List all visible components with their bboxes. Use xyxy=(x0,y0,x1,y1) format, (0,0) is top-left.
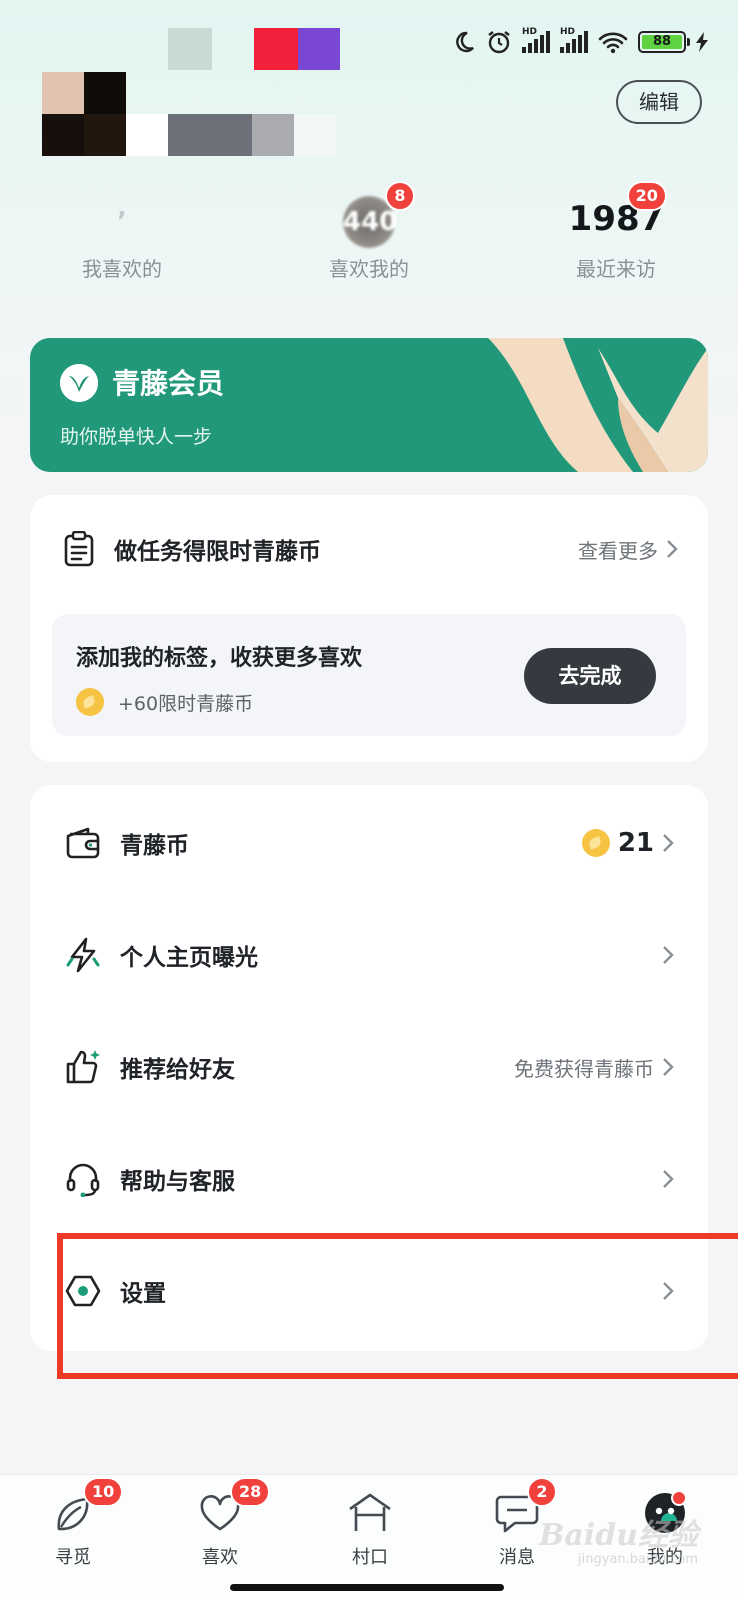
signal-icon: HD xyxy=(560,27,588,53)
vip-subtitle: 助你脱单快人一步 xyxy=(60,426,213,448)
menu-item-right xyxy=(662,945,674,965)
home-indicator[interactable] xyxy=(230,1584,504,1591)
stat-value: ʼ xyxy=(117,207,127,237)
vip-title: 青藤会员 xyxy=(112,367,225,400)
menu-item-label: 帮助与客服 xyxy=(120,1169,235,1195)
stat-label: 我喜欢的 xyxy=(82,257,162,281)
stat-value: 440 8 xyxy=(343,181,415,248)
nav-label: 喜欢 xyxy=(202,1547,238,1568)
menu-item-right: 21 xyxy=(581,828,674,858)
headset-icon xyxy=(64,1160,102,1198)
task-item: 添加我的标签，收获更多喜欢 +60限时青藤币 去完成 xyxy=(52,614,686,736)
battery-icon: 88 xyxy=(638,31,690,53)
task-title: 做任务得限时青藤币 xyxy=(114,539,321,565)
task-item-reward: +60限时青藤币 xyxy=(76,688,253,716)
menu-item-profile-exposure[interactable]: 个人主页曝光 xyxy=(64,923,674,987)
chevron-right-icon xyxy=(667,540,678,558)
nav-tab-discover[interactable]: 10 寻觅 xyxy=(23,1477,124,1569)
chevron-right-icon xyxy=(663,1170,674,1188)
vip-membership-banner[interactable]: 青藤会员 助你脱单快人一步 xyxy=(30,338,708,472)
menu-item-recommend-friends[interactable]: 推荐给好友 免费获得青藤币 xyxy=(64,1035,674,1099)
task-card: 做任务得限时青藤币 查看更多 添加我的标签，收获更多喜欢 +60限时青藤币 去完… xyxy=(30,495,708,762)
signal-icon: HD xyxy=(522,27,550,53)
vip-decoration-shape xyxy=(488,338,708,472)
censored-pixels xyxy=(168,28,212,70)
status-bar: HD HD 88 xyxy=(0,24,738,70)
stat-value: 1987 20 xyxy=(569,181,667,243)
watermark-logo: Baidu经验 xyxy=(539,1518,698,1553)
nav-tab-likes[interactable]: 28 喜欢 xyxy=(170,1477,271,1569)
moon-icon xyxy=(456,31,474,53)
stat-label: 最近来访 xyxy=(576,257,656,281)
view-more-label: 查看更多 xyxy=(578,538,658,563)
status-icons: HD HD 88 xyxy=(452,27,708,56)
vip-logo-icon xyxy=(60,364,98,402)
leaf-icon: 10 xyxy=(49,1477,124,1537)
clipboard-icon xyxy=(64,531,94,567)
coin-icon xyxy=(76,688,104,716)
nav-badge: 2 xyxy=(527,1477,557,1507)
nav-badge: 10 xyxy=(83,1477,124,1507)
house-icon xyxy=(346,1489,394,1537)
nav-label: 寻觅 xyxy=(55,1547,91,1568)
menu-item-coins[interactable]: 青藤币 21 xyxy=(64,811,674,875)
stat-recent-visitors[interactable]: 1987 20 最近来访 xyxy=(516,181,716,282)
chevron-right-icon xyxy=(663,946,674,964)
recommend-hint: 免费获得青藤币 xyxy=(514,1056,654,1081)
signal-hd-label: HD xyxy=(560,27,576,37)
chevron-right-icon xyxy=(663,834,674,852)
likes-me-badge: 8 xyxy=(385,181,415,211)
view-more-link[interactable]: 查看更多 xyxy=(578,535,678,564)
menu-item-right xyxy=(662,1169,674,1189)
wifi-icon xyxy=(598,32,628,54)
alarm-icon xyxy=(488,31,510,54)
menu-item-label: 个人主页曝光 xyxy=(120,945,258,971)
menu-item-right: 免费获得青藤币 xyxy=(514,1053,674,1082)
charging-icon xyxy=(696,32,708,52)
stat-label: 喜欢我的 xyxy=(329,257,409,281)
watermark-url: jingyan.baidu.com xyxy=(578,1552,698,1567)
reward-text: +60限时青藤币 xyxy=(118,692,254,715)
task-header[interactable]: 做任务得限时青藤币 查看更多 xyxy=(64,527,678,571)
stat-likes-me[interactable]: 440 8 喜欢我的 xyxy=(269,181,469,282)
menu-item-label: 推荐给好友 xyxy=(120,1057,235,1083)
battery-level: 88 xyxy=(642,35,682,49)
menu-item-help-support[interactable]: 帮助与客服 xyxy=(64,1147,674,1211)
go-complete-button[interactable]: 去完成 xyxy=(524,648,656,704)
lightning-icon xyxy=(64,936,102,974)
edit-profile-button[interactable]: 编辑 xyxy=(616,80,702,124)
visitors-badge: 20 xyxy=(626,181,667,211)
nav-tab-village[interactable]: 村口 xyxy=(320,1489,420,1569)
nav-badge: 28 xyxy=(230,1477,271,1507)
stat-i-like[interactable]: ʼ 我喜欢的 xyxy=(22,195,222,282)
nav-label: 村口 xyxy=(352,1547,388,1568)
signal-hd-label: HD xyxy=(522,27,538,37)
wallet-icon xyxy=(64,824,102,862)
annotation-highlight-box xyxy=(57,1233,738,1379)
menu-item-label: 青藤币 xyxy=(120,833,189,859)
task-item-title: 添加我的标签，收获更多喜欢 xyxy=(76,646,363,671)
censored-pixels xyxy=(298,28,340,70)
censored-pixels xyxy=(254,28,298,70)
heart-icon: 28 xyxy=(196,1477,271,1537)
chat-icon: 2 xyxy=(493,1477,557,1537)
coin-icon xyxy=(581,829,610,857)
coin-balance: 21 xyxy=(617,828,654,858)
chevron-right-icon xyxy=(663,1058,674,1076)
thumbs-up-icon xyxy=(64,1048,102,1086)
